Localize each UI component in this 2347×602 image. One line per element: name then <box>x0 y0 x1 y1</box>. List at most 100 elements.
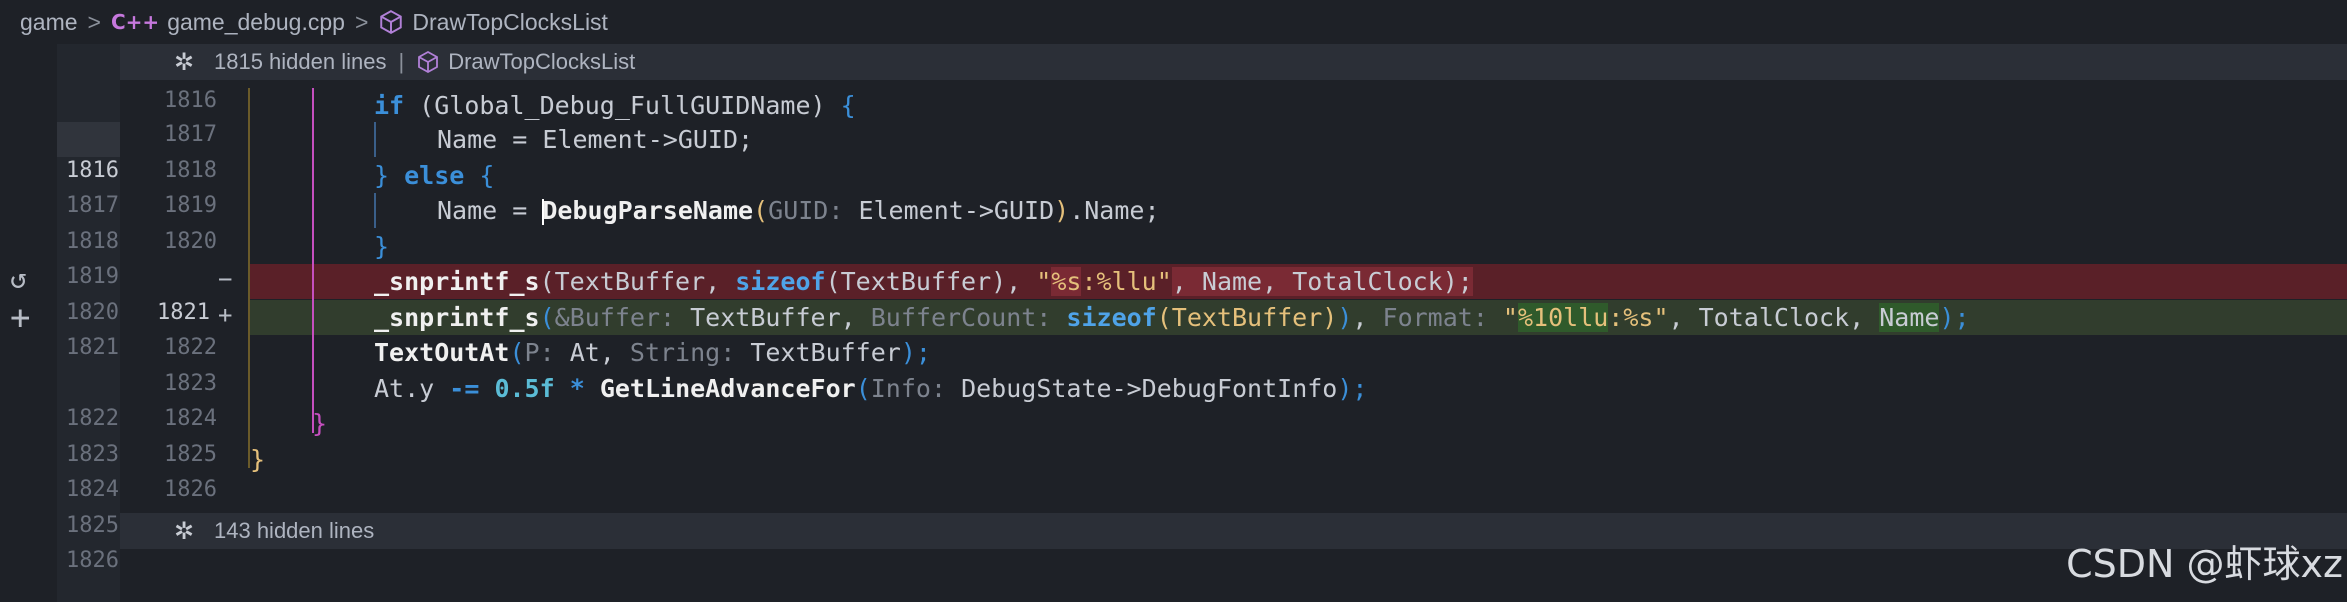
old-line-number: 1824 <box>66 477 119 502</box>
operator: -= <box>449 374 480 403</box>
code-text: , <box>1352 303 1383 332</box>
breadcrumb-file[interactable]: game_debug.cpp <box>167 9 345 36</box>
code-line: At.y -= 0.5f * GetLineAdvanceFor(Info: D… <box>374 371 1367 406</box>
new-line-number: 1824 <box>164 406 217 431</box>
string-added: %10llu <box>1517 303 1609 332</box>
paren: ( <box>855 374 871 403</box>
gutter-blank <box>57 122 120 157</box>
brace: } <box>312 409 328 438</box>
code-text: .Name; <box>1069 196 1160 225</box>
hidden-lines-symbol[interactable]: DrawTopClocksList <box>448 49 635 75</box>
code-line: TextOutAt(P: At, String: TextBuffer); <box>374 335 931 370</box>
paren: ( <box>753 196 769 225</box>
inlay-hint: GUID: <box>768 196 844 225</box>
string: %llu <box>1096 267 1157 296</box>
string: " <box>1036 267 1052 296</box>
string: " <box>1653 303 1669 332</box>
code-text: Name = <box>437 196 543 225</box>
new-line-number: 1820 <box>164 229 217 254</box>
brace: } <box>250 445 266 474</box>
code-text: (Global_Debug_FullGUIDName) <box>404 91 841 120</box>
code-text-removed: , Name, TotalClock); <box>1171 267 1473 296</box>
function-name: _snprintf_s <box>374 303 540 332</box>
brace: } <box>374 232 390 261</box>
brace: } <box>374 161 390 190</box>
breadcrumb: game > C++ game_debug.cpp > DrawTopClock… <box>0 0 2347 44</box>
new-line-number: 1822 <box>164 335 217 360</box>
added-marker: + <box>218 301 233 329</box>
code-line: } <box>250 442 265 477</box>
code-line: } <box>374 229 389 264</box>
function-name: _snprintf_s <box>374 267 540 296</box>
chevron-right-icon: > <box>354 8 369 35</box>
chevron-right-icon: > <box>87 8 101 35</box>
symbol-method-icon <box>380 10 403 34</box>
breadcrumb-folder[interactable]: game <box>20 9 78 36</box>
old-line-number: 1819 <box>66 264 119 289</box>
code-text: (TextBuffer), <box>825 267 1037 296</box>
function-name: DebugParseName <box>542 196 754 225</box>
brace: { <box>479 161 495 190</box>
function-name: TextOutAt <box>374 338 510 367</box>
code-line: if (Global_Debug_FullGUIDName) { <box>374 88 856 123</box>
string: %s <box>1623 303 1654 332</box>
paren: ); <box>1939 303 1970 332</box>
new-line-number: 1823 <box>164 371 217 396</box>
divider: | <box>398 49 405 74</box>
cpp-file-icon: C++ <box>110 10 160 34</box>
watermark: CSDN @虾球xz <box>2066 542 2343 586</box>
code-line: Name = Element->GUID; <box>437 122 753 157</box>
hidden-lines-count: 143 hidden lines <box>214 518 375 543</box>
added-code-line: _snprintf_s(&Buffer: TextBuffer, BufferC… <box>374 300 1970 335</box>
old-line-number: 1822 <box>66 406 119 431</box>
hidden-lines-band-bottom[interactable]: ✲ 143 hidden lines <box>120 513 2347 549</box>
keyword: if <box>374 91 405 120</box>
unfold-icon[interactable]: ✲ <box>154 517 214 546</box>
function-name: GetLineAdvanceFor <box>599 374 856 403</box>
code-text: TextBuffer, <box>675 303 871 332</box>
indent-guide <box>374 122 376 157</box>
indent-guide <box>312 88 314 433</box>
old-line-number: 1817 <box>66 193 119 218</box>
stage-plus-icon[interactable]: + <box>10 298 30 338</box>
unfold-icon[interactable]: ✲ <box>154 48 214 77</box>
string-removed: %s <box>1051 267 1082 296</box>
paren: ( <box>539 303 555 332</box>
code-text: DebugState->DebugFontInfo <box>946 374 1338 403</box>
old-line-number: 1826 <box>66 548 119 573</box>
keyword: else <box>389 161 480 190</box>
new-line-number: 1821 <box>157 300 210 325</box>
paren: ); <box>900 338 931 367</box>
code-text: , TotalClock, <box>1668 303 1880 332</box>
string: " <box>1156 267 1172 296</box>
code-line: Name = DebugParseName(GUID: Element->GUI… <box>437 193 1160 228</box>
inlay-hint: P: <box>524 338 555 367</box>
old-line-number: 1825 <box>66 513 119 538</box>
new-line-number: 1826 <box>164 477 217 502</box>
hidden-lines-band-top[interactable]: ✲ 1815 hidden lines | DrawTopClocksList <box>120 44 2347 80</box>
inlay-hint: Info: <box>870 374 947 403</box>
indent-guide <box>248 88 250 468</box>
code-text: (TextBuffer, <box>539 267 736 296</box>
brace: { <box>840 91 856 120</box>
code-text: (TextBuffer) <box>1156 303 1338 332</box>
deleted-marker: − <box>218 265 233 293</box>
old-line-number: 1820 <box>66 300 119 325</box>
inlay-hint: &Buffer: <box>554 303 676 332</box>
indent-guide <box>374 193 376 228</box>
revert-icon[interactable]: ↺ <box>10 262 27 295</box>
new-line-number: 1819 <box>164 193 217 218</box>
breadcrumb-symbol[interactable]: DrawTopClocksList <box>412 9 608 36</box>
code-text: TextBuffer <box>735 338 901 367</box>
code-text-added: Name <box>1879 303 1940 332</box>
inlay-hint: Format: <box>1382 303 1488 332</box>
paren: ) <box>1054 196 1070 225</box>
inlay-hint: String: <box>629 338 736 367</box>
hidden-lines-count: 1815 hidden lines <box>214 49 387 74</box>
deleted-code-line: _snprintf_s(TextBuffer, sizeof(TextBuffe… <box>374 264 1473 299</box>
string: : <box>1081 267 1097 296</box>
paren: ( <box>509 338 525 367</box>
keyword: sizeof <box>1051 303 1157 332</box>
code-text: At, <box>554 338 630 367</box>
